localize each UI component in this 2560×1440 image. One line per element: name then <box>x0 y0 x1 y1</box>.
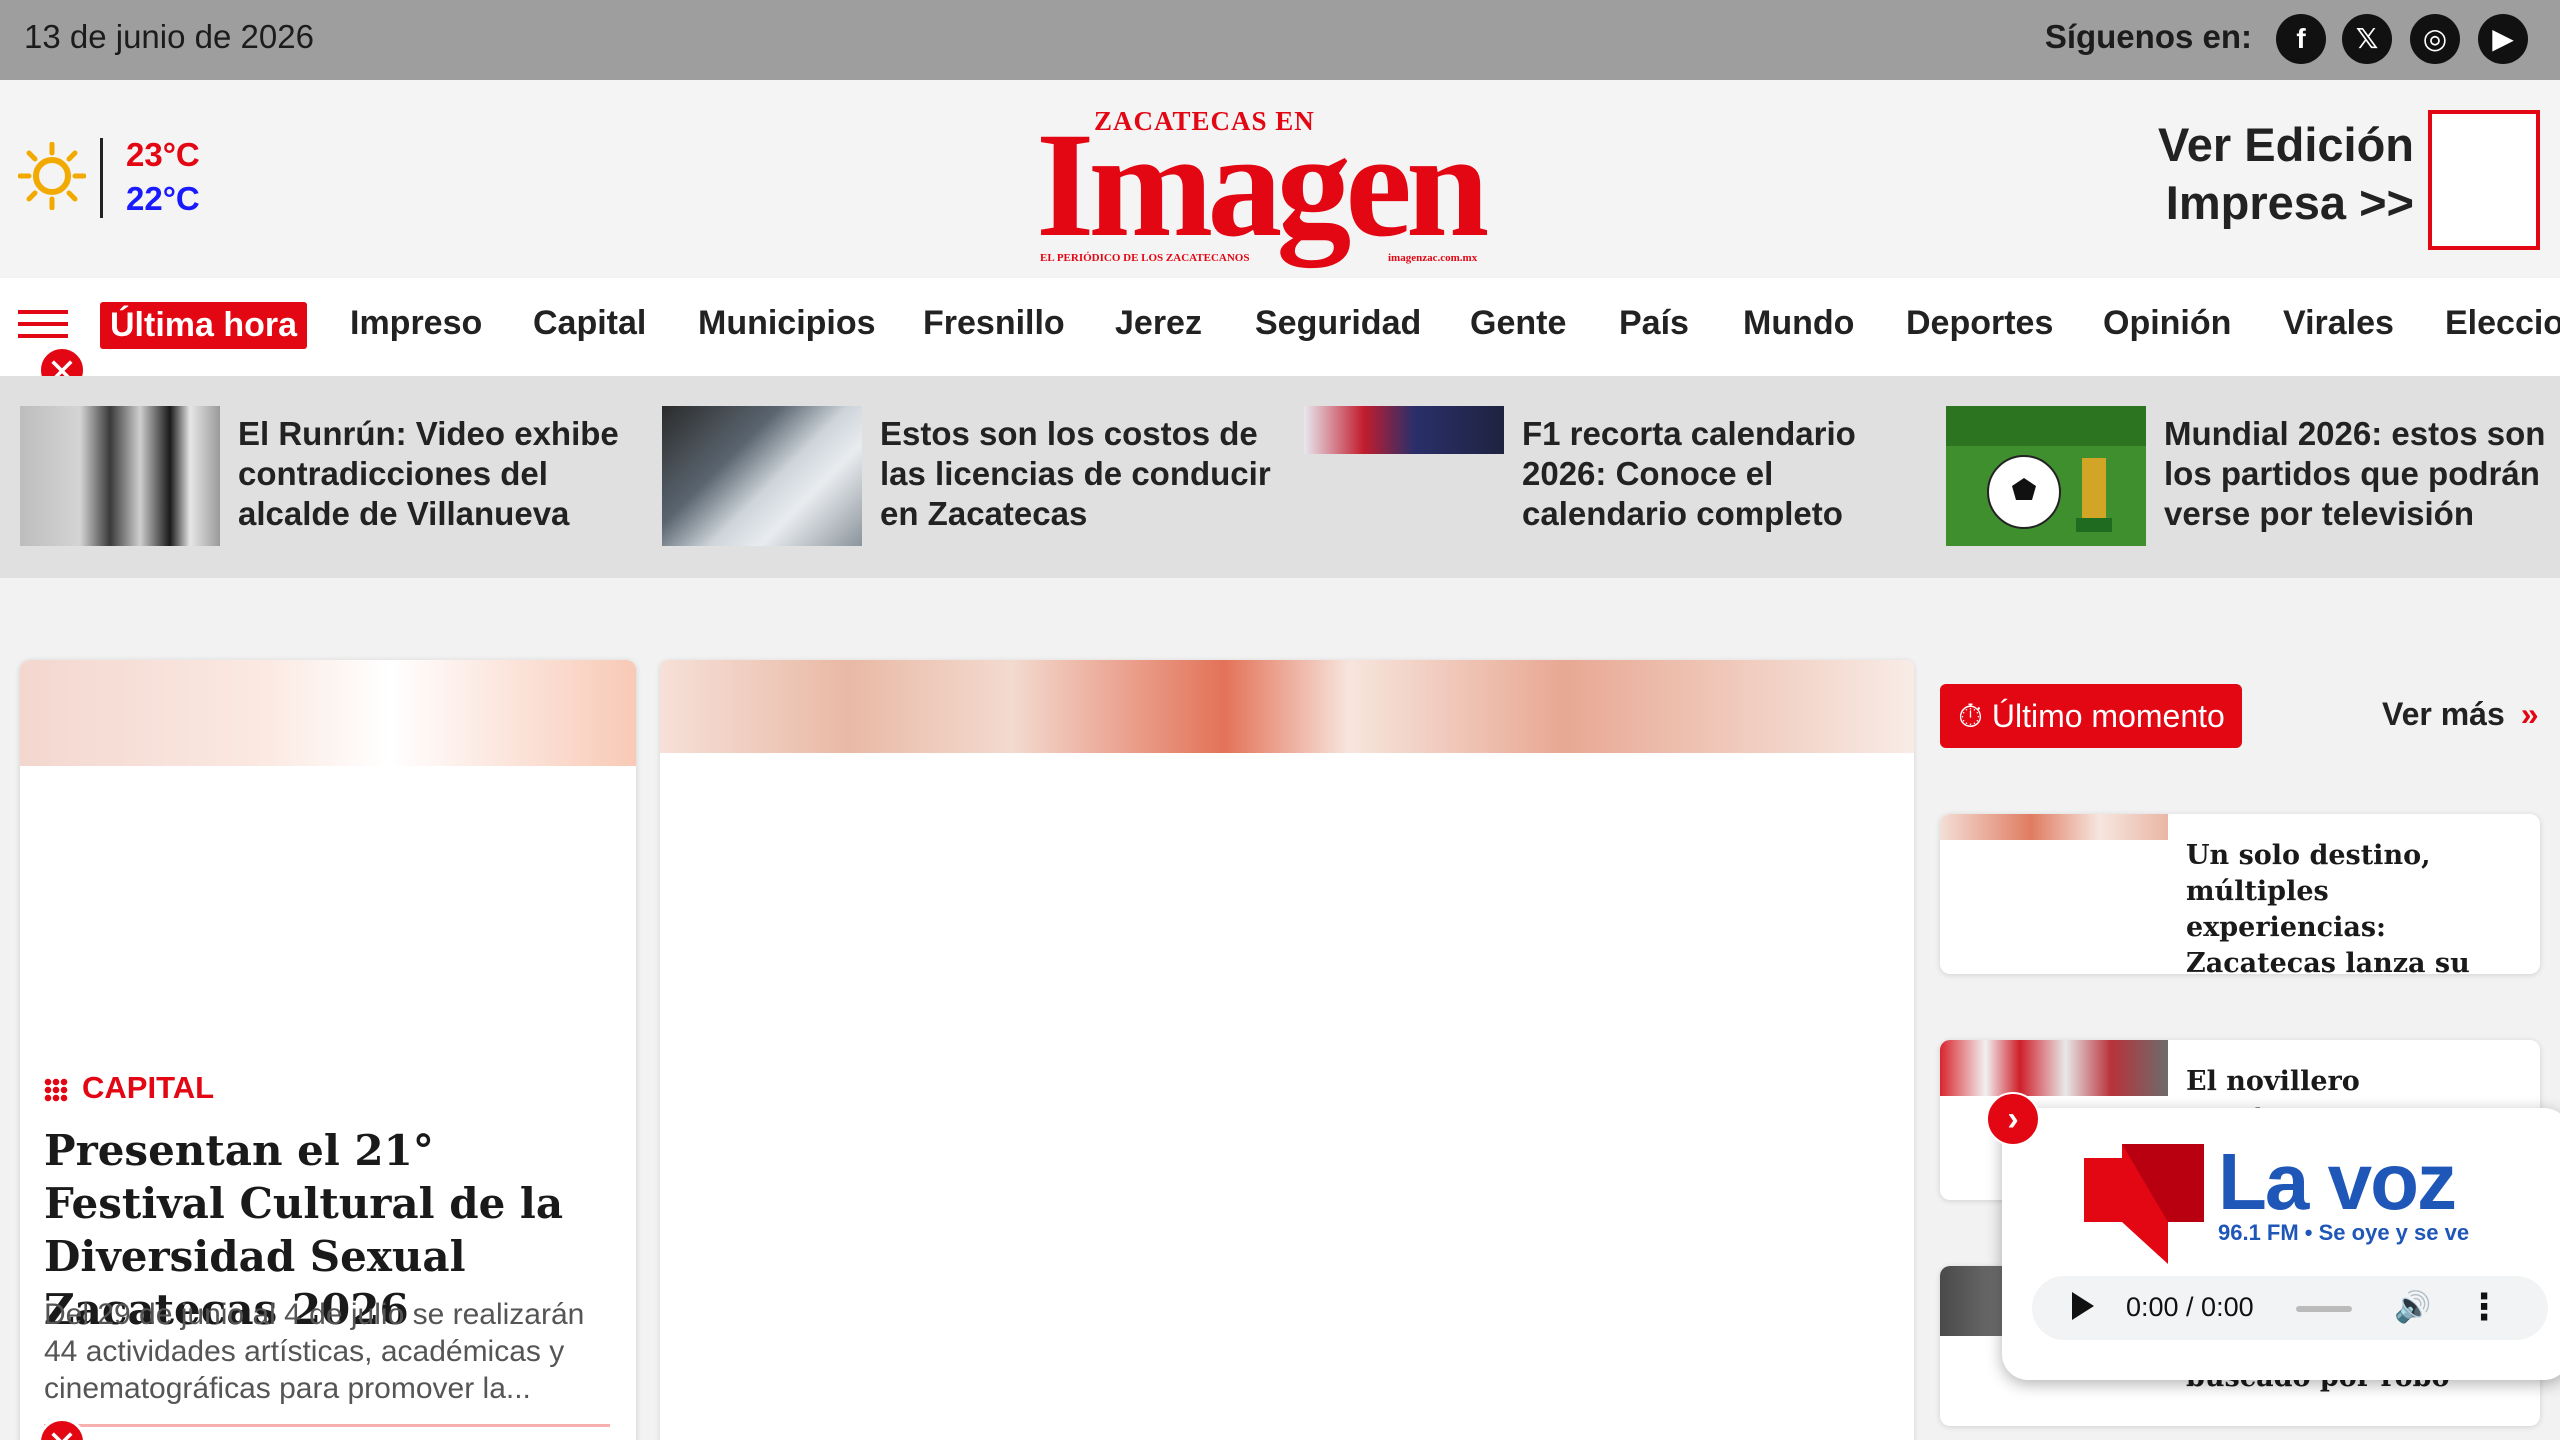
follow-us-label: Síguenos en: <box>2044 18 2252 55</box>
volume-icon[interactable]: 🔊 <box>2394 1290 2431 1325</box>
nav-item-capital[interactable]: Capital <box>533 304 646 343</box>
nav-item-jerez[interactable]: Jerez <box>1115 304 1202 343</box>
trending-thumbnail <box>1304 406 1504 454</box>
see-more-link[interactable]: Ver más » <box>2382 696 2539 733</box>
double-chevron-right-icon: » <box>2520 696 2539 732</box>
nav-item-municipios[interactable]: Municipios <box>698 304 876 343</box>
see-more-text: Ver más <box>2382 696 2505 732</box>
facebook-icon[interactable]: f <box>2276 14 2326 64</box>
trending-title: El Runrún: Video exhibe contradicciones … <box>238 415 619 532</box>
nav-item-opinion[interactable]: Opinión <box>2103 304 2231 343</box>
latest-news-thumbnail <box>1940 1040 2168 1096</box>
la-voz-logo-icon <box>2084 1144 2204 1264</box>
nav-item-ultima-hora[interactable]: Última hora <box>100 302 308 349</box>
trending-title: Mundial 2026: estos son los partidos que… <box>2164 415 2546 532</box>
card-divider <box>44 1424 610 1427</box>
more-options-icon[interactable]: ⋮ <box>2466 1286 2502 1328</box>
nav-item-mundo[interactable]: Mundo <box>1743 304 1854 343</box>
grid-dots-icon <box>44 1077 68 1102</box>
logo-url: imagenzac.com.mx <box>1388 252 1478 264</box>
section-label[interactable]: CAPITAL <box>44 1070 214 1106</box>
radio-player[interactable]: La voz 96.1 FM • Se oye y se ve 0:00 / 0… <box>2002 1108 2560 1380</box>
site-header: 23°C 22°C ZACATECAS EN Imagen EL PERIÓDI… <box>0 80 2560 278</box>
audio-controls: 0:00 / 0:00 🔊 ⋮ <box>2032 1276 2548 1340</box>
radio-brand: La voz <box>2218 1137 2457 1226</box>
radio-frequency: 96.1 FM • Se oye y se ve <box>2218 1220 2470 1245</box>
latest-news-title: Un solo destino, múltiples experiencias:… <box>2186 840 2470 974</box>
sun-icon <box>18 142 86 210</box>
trending-item[interactable]: El Runrún: Video exhibe contradicciones … <box>20 406 640 546</box>
main-story-excerpt: Del 29 de junio al 4 de julio se realiza… <box>44 1298 585 1405</box>
trending-strip: El Runrún: Video exhibe contradicciones … <box>0 376 2560 578</box>
current-date: 13 de junio de 2026 <box>24 18 314 55</box>
audio-progress-slider[interactable] <box>2296 1306 2352 1312</box>
last-moment-button[interactable]: ⏱ Último momento <box>1940 684 2242 748</box>
x-twitter-icon[interactable]: 𝕏 <box>2342 14 2392 64</box>
nav-item-virales[interactable]: Virales <box>2283 304 2394 343</box>
section-text: CAPITAL <box>82 1070 215 1105</box>
logo-main-text: Imagen <box>1036 102 1489 268</box>
print-edition-line2: Impresa >> <box>2165 176 2414 229</box>
main-story-image <box>20 660 636 766</box>
trending-item[interactable]: F1 recorta calendario 2026: Conoce el ca… <box>1304 406 1924 546</box>
nav-item-pais[interactable]: País <box>1619 304 1689 343</box>
main-nav: Última hora Impreso Capital Municipios F… <box>0 278 2560 376</box>
nav-item-elecciones[interactable]: Eleccio <box>2445 304 2560 343</box>
top-bar: 13 de junio de 2026 Síguenos en: f 𝕏 ◎ ▶ <box>0 0 2560 80</box>
play-icon[interactable] <box>2072 1292 2094 1320</box>
latest-news-thumbnail <box>1940 814 2168 840</box>
nav-item-seguridad[interactable]: Seguridad <box>1255 304 1421 343</box>
trending-item[interactable]: Estos son los costos de las licencias de… <box>662 406 1282 546</box>
trending-thumbnail <box>20 406 220 546</box>
trending-title: F1 recorta calendario 2026: Conoce el ca… <box>1522 415 1856 532</box>
youtube-icon[interactable]: ▶ <box>2478 14 2528 64</box>
trending-thumbnail <box>662 406 862 546</box>
print-edition-line1: Ver Edición <box>2158 118 2414 171</box>
featured-story-image <box>660 660 1914 753</box>
nav-item-gente[interactable]: Gente <box>1470 304 1566 343</box>
trending-item[interactable]: Mundial 2026: estos son los partidos que… <box>1946 406 2560 546</box>
audio-time: 0:00 / 0:00 <box>2126 1292 2254 1322</box>
weather-divider <box>100 138 103 218</box>
logo-tagline: EL PERIÓDICO DE LOS ZACATECANOS <box>1040 252 1250 264</box>
site-logo[interactable]: ZACATECAS EN Imagen EL PERIÓDICO DE LOS … <box>1036 106 1526 264</box>
nav-item-deportes[interactable]: Deportes <box>1906 304 2053 343</box>
print-edition-thumbnail[interactable] <box>2428 110 2540 250</box>
main-story-card[interactable]: CAPITAL Presentan el 21° Festival Cultur… <box>20 660 636 1440</box>
print-edition-link[interactable]: Ver Edición Impresa >> <box>2158 116 2414 232</box>
trending-title: Estos son los costos de las licencias de… <box>880 415 1271 532</box>
featured-story-card[interactable] <box>660 660 1914 1440</box>
chevron-right-icon[interactable]: › <box>1986 1092 2040 1146</box>
temperature-high: 23°C <box>126 136 200 173</box>
temperature-low: 22°C <box>126 180 200 217</box>
menu-icon[interactable] <box>18 310 68 346</box>
trending-thumbnail <box>1946 406 2146 546</box>
latest-news-item[interactable]: Un solo destino, múltiples experiencias:… <box>1940 814 2540 974</box>
nav-item-fresnillo[interactable]: Fresnillo <box>923 304 1065 343</box>
nav-item-impreso[interactable]: Impreso <box>350 304 482 343</box>
instagram-icon[interactable]: ◎ <box>2410 14 2460 64</box>
